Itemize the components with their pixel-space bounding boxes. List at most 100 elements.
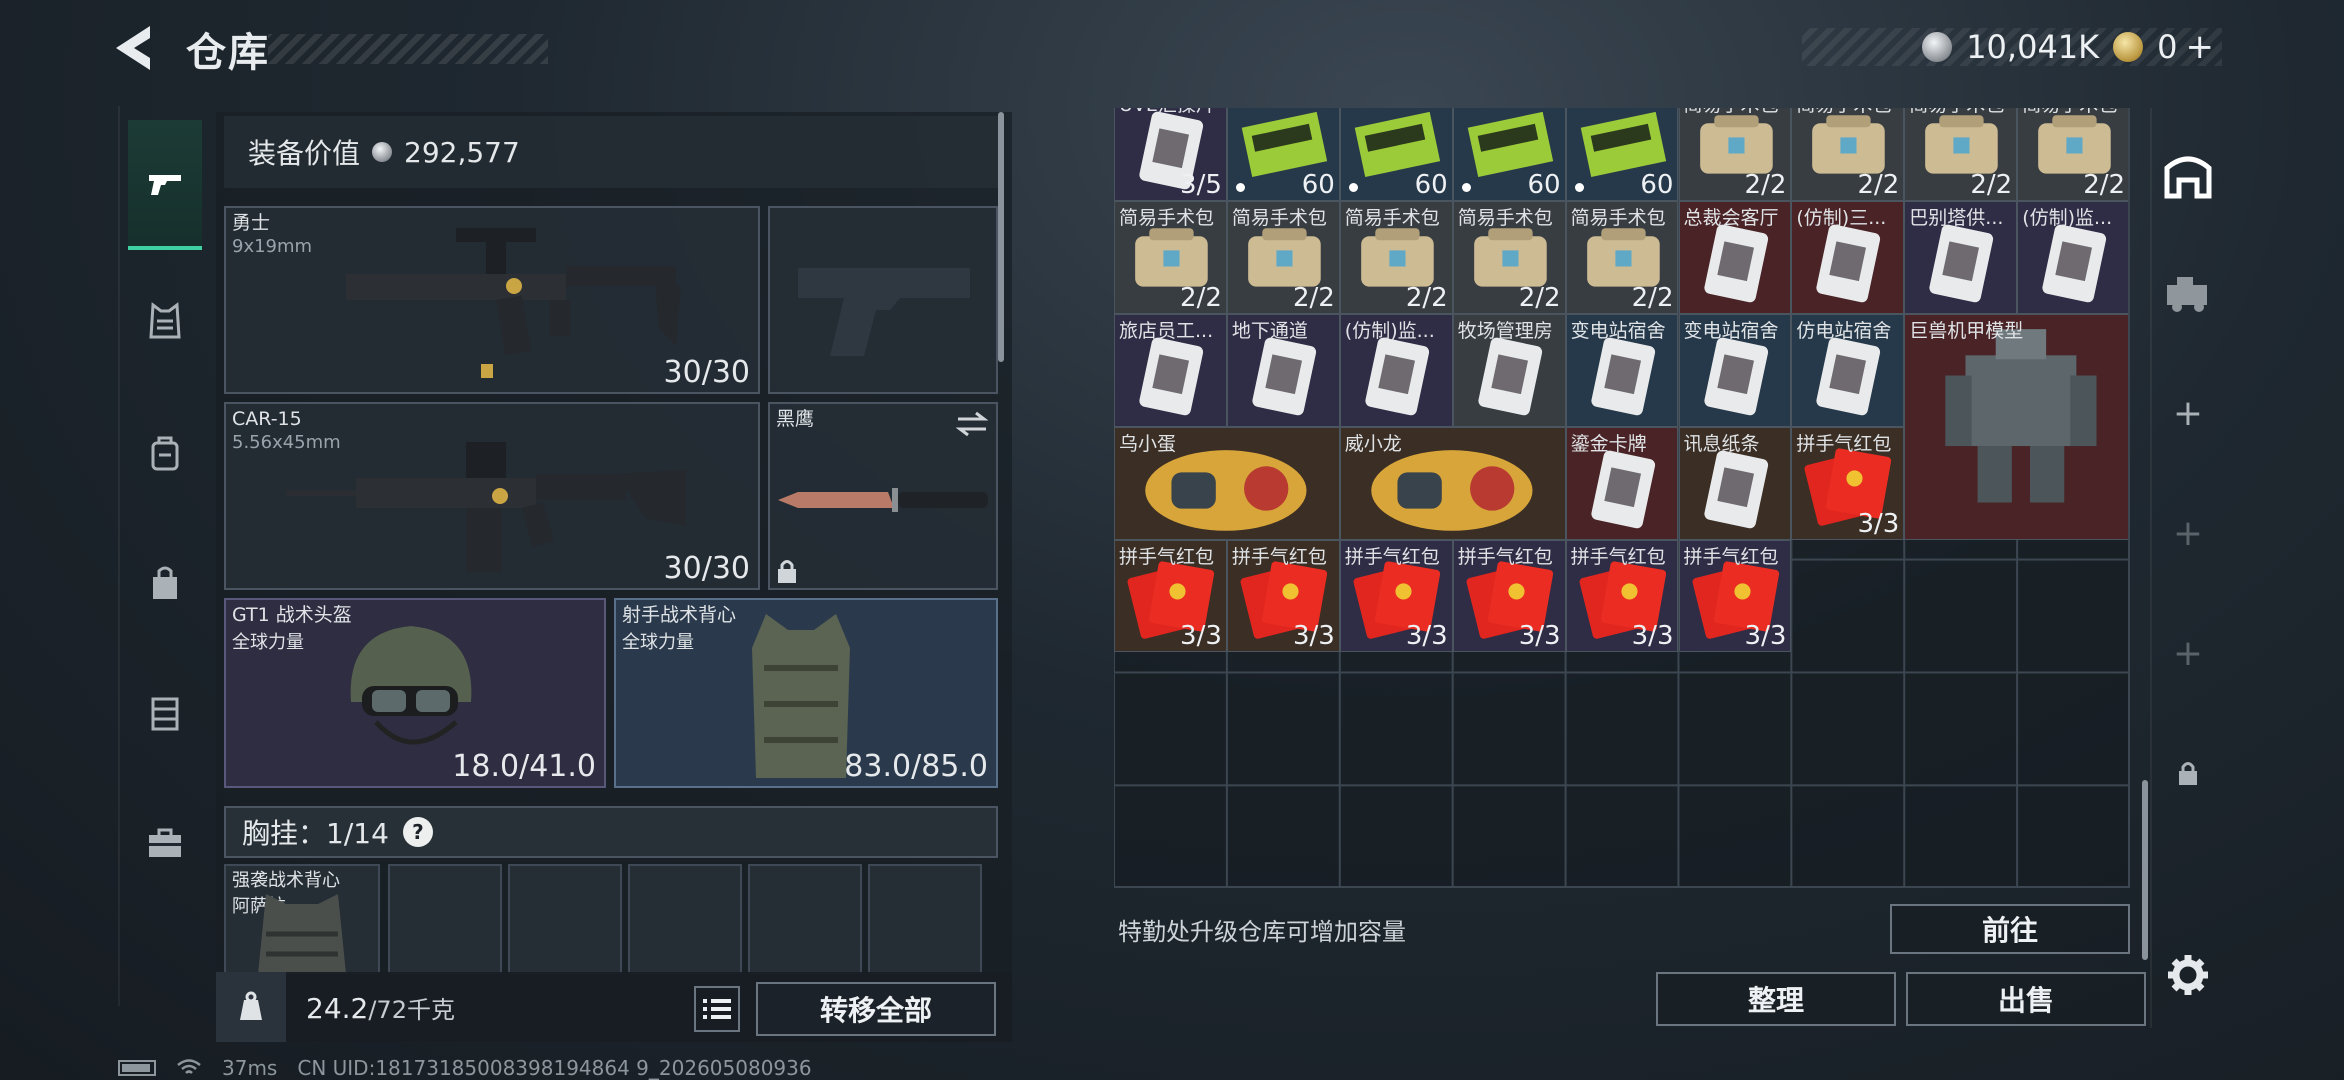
grid-item[interactable]: 简易手术包 2/2 <box>2017 108 2128 201</box>
chest-rig-item-slot[interactable]: 强袭战术背心 阿萨拉 <box>224 864 380 974</box>
chest-rig-slot[interactable] <box>748 864 862 974</box>
chest-rig-capacity: 胸挂：1/14 <box>242 817 389 850</box>
warehouse-icon <box>2164 156 2212 199</box>
item-count: 2/2 <box>1744 169 1787 200</box>
grid-item[interactable]: 地下通道 <box>1226 313 1340 427</box>
nav-case-tab[interactable] <box>128 778 202 908</box>
settings-button[interactable] <box>2152 920 2224 1030</box>
grid-item[interactable]: 讯息纸条 <box>1678 426 1792 540</box>
chest-rig-slot[interactable] <box>508 864 622 974</box>
grid-item[interactable]: 旅店员工... <box>1114 313 1227 427</box>
item-name: (仿制)三... <box>1796 206 1887 229</box>
grid-item[interactable]: 拼手气红包 3/3 <box>1565 539 1679 653</box>
grid-item[interactable]: 简易手术包 2/2 <box>1114 200 1227 314</box>
warehouse-grid: UVE汇操片3/59x19 AP6.3609x19 AP6.3609x19 AP… <box>1114 108 2130 888</box>
item-name: 威小龙 <box>1344 432 1402 455</box>
item-count: 2/2 <box>1518 282 1561 313</box>
nav-armor-tab[interactable] <box>128 256 202 386</box>
pistol-slot[interactable] <box>768 206 998 394</box>
nav-bag-tab[interactable] <box>128 518 202 648</box>
grid-item[interactable]: 9x19 AP6.3 60 <box>1226 108 1340 201</box>
grid-item[interactable]: (仿制)监... <box>2017 200 2128 314</box>
grid-item[interactable]: 牧场管理房 <box>1452 313 1566 427</box>
item-name: 巨兽机甲模型 <box>1909 319 2024 342</box>
item-name: 9x19 AP6.3 <box>1232 108 1339 112</box>
gold-currency-value: 0 <box>2157 28 2178 66</box>
goto-button[interactable]: 前往 <box>1890 904 2130 954</box>
grid-item[interactable]: 拼手气红包 3/3 <box>1791 426 1905 540</box>
grid-item[interactable]: UVE汇操片 3/5 <box>1114 108 1227 201</box>
grid-item[interactable]: 拼手气红包 3/3 <box>1226 539 1340 653</box>
body-armor-slot[interactable]: 射手战术背心 全球力量 83.0/85.0 <box>614 598 998 788</box>
weight-text: 24.2/72千克 <box>306 990 455 1025</box>
grid-item[interactable]: 简易手术包 2/2 <box>1339 200 1453 314</box>
chest-rig-slot[interactable] <box>628 864 742 974</box>
back-button[interactable] <box>112 22 164 74</box>
helmet-slot[interactable]: GT1 战术头盔 全球力量 18.0/41.0 <box>224 598 606 788</box>
grid-item[interactable]: 简易手术包 2/2 <box>1226 200 1340 314</box>
grid-item[interactable]: 威小龙 <box>1339 426 1566 540</box>
scrollbar[interactable] <box>2142 780 2148 960</box>
item-count: 60 <box>1640 169 1674 200</box>
item-name: 地下通道 <box>1231 319 1308 342</box>
melee-slot[interactable]: 黑鹰 <box>768 402 998 590</box>
locked-page[interactable] <box>2152 718 2224 828</box>
item-name: (仿制)监... <box>2022 206 2113 229</box>
grid-item[interactable]: 拼手气红包 3/3 <box>1114 539 1227 653</box>
grid-item[interactable]: 变电站宿舍 <box>1565 313 1679 427</box>
item-count: 3/3 <box>1405 621 1448 652</box>
help-button[interactable]: ? <box>402 817 433 847</box>
nav-weapon-tab[interactable] <box>128 120 202 250</box>
equipment-value-label: 装备价值 <box>248 137 361 170</box>
list-view-button[interactable] <box>694 986 740 1032</box>
transfer-all-button[interactable]: 转移全部 <box>756 982 996 1036</box>
grid-item[interactable]: 巴别塔供... <box>1904 200 2018 314</box>
grid-item[interactable]: 鎏金卡牌 <box>1565 426 1679 540</box>
add-currency-button[interactable]: + <box>2186 27 2215 67</box>
grid-item[interactable]: 9x19 AP6.3 60 <box>1339 108 1453 201</box>
grid-item[interactable]: 变电站宿舍 <box>1678 313 1792 427</box>
armor-durability: 83.0/85.0 <box>844 749 988 784</box>
nav-chest-rig-tab[interactable] <box>128 648 202 778</box>
item-count: 2/2 <box>1180 282 1222 313</box>
grid-item[interactable]: 拼手气红包 3/3 <box>1678 539 1792 653</box>
grid-item[interactable]: (仿制)三... <box>1791 200 1905 314</box>
swap-icon[interactable] <box>956 410 988 438</box>
grid-item[interactable]: (仿制)监... <box>1339 313 1453 427</box>
grid-item[interactable]: 拼手气红包 3/3 <box>1339 539 1453 653</box>
grid-item[interactable]: 仿电站宿舍 <box>1791 313 1905 427</box>
assault-rifle-icon <box>286 442 686 572</box>
grid-item[interactable]: 乌小蛋 <box>1114 426 1340 540</box>
item-count: 3/3 <box>1857 508 1900 539</box>
item-count: 2/2 <box>1857 169 1900 200</box>
item-count: 3/3 <box>1292 621 1335 652</box>
grid-item[interactable]: 9x19 AP6.3 60 <box>1565 108 1679 201</box>
grid-item[interactable]: 总裁会客厅 <box>1678 200 1792 314</box>
grid-item[interactable]: 简易手术包 2/2 <box>1791 108 1905 201</box>
add-page-button[interactable]: + <box>2152 358 2224 468</box>
grid-item[interactable]: 简易手术包 2/2 <box>1678 108 1792 201</box>
item-count: 60 <box>1527 169 1561 200</box>
nav-backpack-tab[interactable] <box>128 388 202 518</box>
grid-item[interactable]: 巨兽机甲模型 <box>1904 313 2128 540</box>
grid-item[interactable]: 9x19 AP6.3 60 <box>1452 108 1566 201</box>
grid-item[interactable]: 简易手术包 2/2 <box>1452 200 1566 314</box>
primary-weapon-slot[interactable]: 勇士 9x19mm 30/30 <box>224 206 760 394</box>
add-page-button[interactable]: + <box>2152 478 2224 588</box>
secondary-weapon-slot[interactable]: CAR-15 5.56x45mm 30/30 <box>224 402 760 590</box>
item-count: 3/5 <box>1180 169 1222 200</box>
add-page-button[interactable]: + <box>2152 598 2224 708</box>
grid-item[interactable]: 简易手术包 2/2 <box>1904 108 2018 201</box>
warehouse-page-1[interactable] <box>2152 120 2224 230</box>
item-name: 仿电站宿舍 <box>1796 319 1892 342</box>
item-count: 60 <box>1301 169 1335 200</box>
sort-button[interactable]: 整理 <box>1656 972 1896 1026</box>
silver-coin-icon <box>372 142 393 162</box>
grid-item[interactable]: 简易手术包 2/2 <box>1565 200 1679 314</box>
grid-item[interactable]: 拼手气红包 3/3 <box>1452 539 1566 653</box>
sell-button[interactable]: 出售 <box>1906 972 2146 1026</box>
scrollbar[interactable] <box>998 112 1004 362</box>
chest-rig-slot[interactable] <box>388 864 502 974</box>
warehouse-page-2[interactable] <box>2152 238 2224 348</box>
chest-rig-slot[interactable] <box>868 864 982 974</box>
